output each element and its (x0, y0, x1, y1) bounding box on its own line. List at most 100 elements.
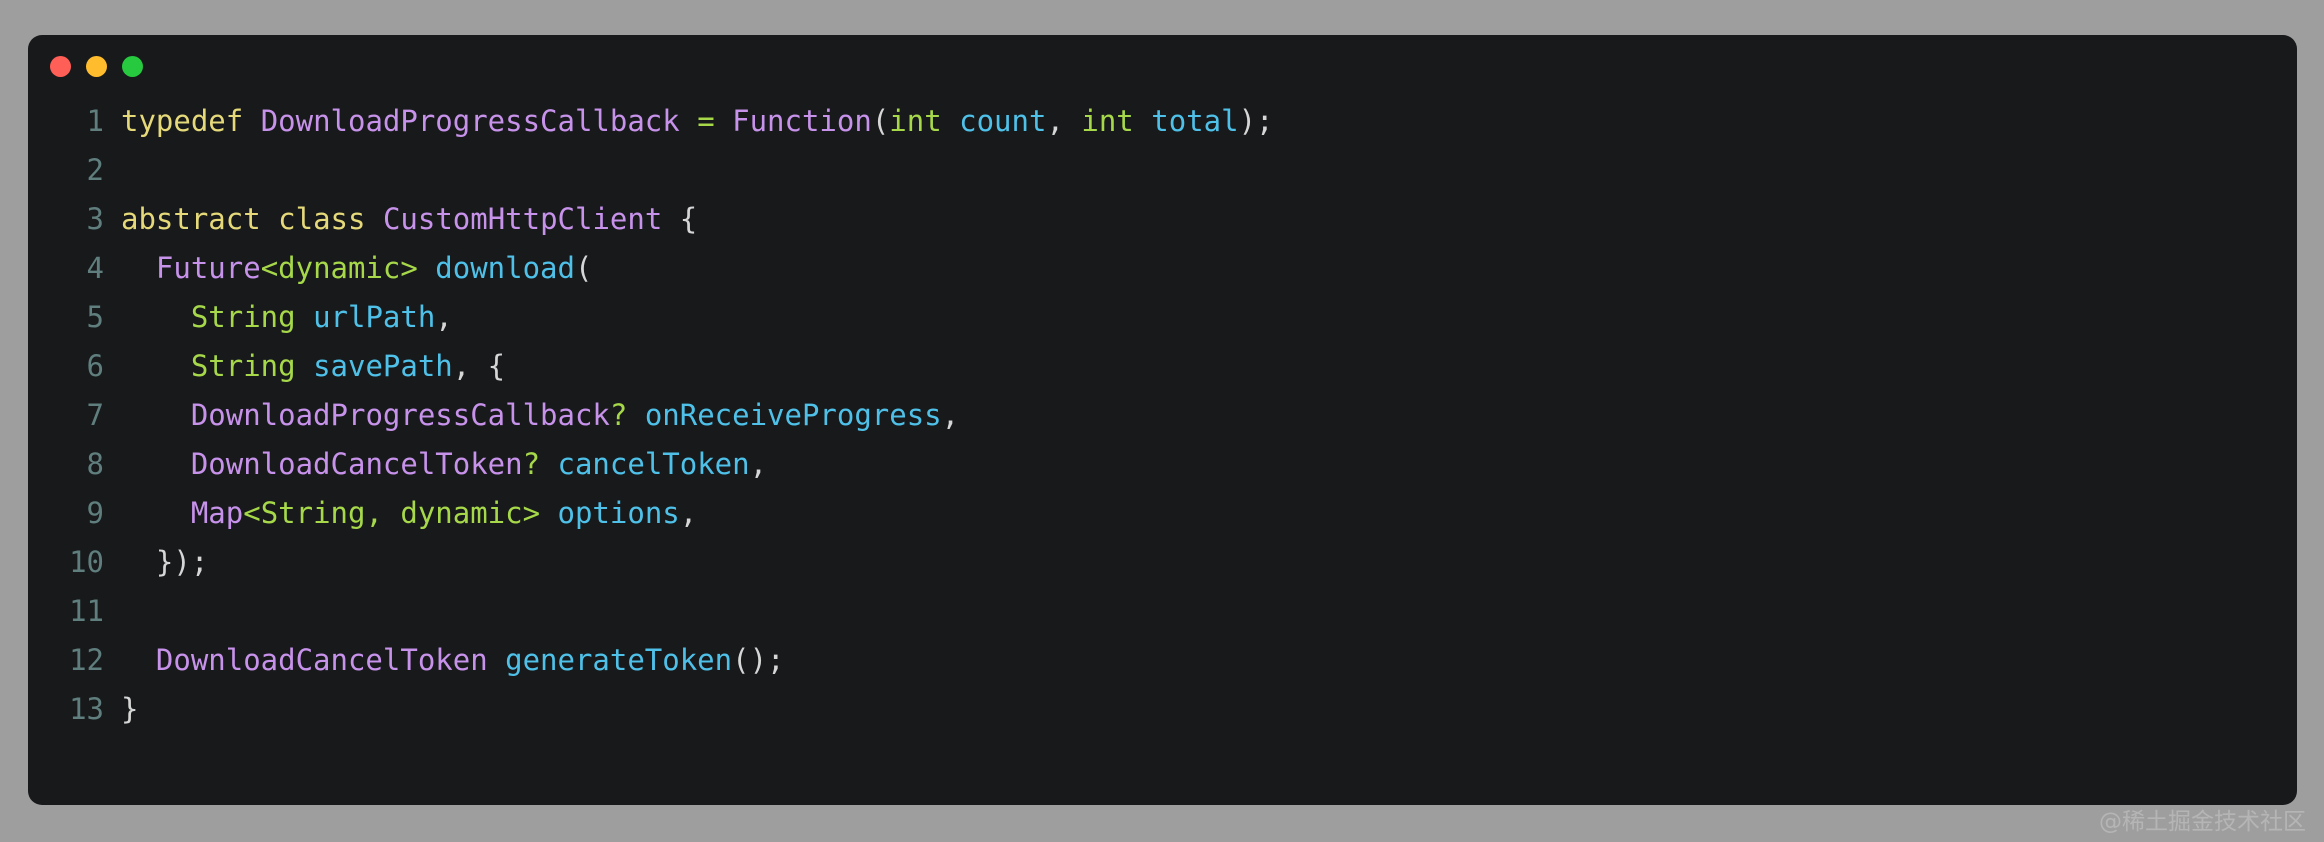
watermark: @稀土掘金技术社区 (2099, 809, 2306, 835)
line-number: 5 (86, 300, 104, 334)
code-token: , (1046, 104, 1064, 138)
code-token: <String, dynamic> (243, 496, 541, 530)
code-token: class (278, 202, 366, 236)
line-number: 6 (86, 349, 104, 383)
window-titlebar (28, 35, 2297, 97)
code-token: onReceiveProgress (644, 398, 942, 432)
code-token: ); (1238, 104, 1274, 138)
code-token: , (435, 300, 453, 334)
code-line-content[interactable]: DownloadProgressCallback? onReceiveProgr… (104, 391, 959, 440)
code-line: 9 Map<String, dynamic> options, (28, 489, 2297, 538)
code-token: }); (155, 545, 209, 579)
code-line-content[interactable]: String urlPath, (104, 293, 453, 342)
code-line: 13} (28, 685, 2297, 734)
code-token: DownloadCancelToken (155, 643, 488, 677)
code-token: urlPath (313, 300, 436, 334)
code-line-content[interactable]: Future<dynamic> download( (104, 244, 593, 293)
code-editor[interactable]: 1 typedef DownloadProgressCallback = Func… (28, 97, 2297, 734)
code-token: (); (732, 643, 785, 677)
code-token: count (959, 104, 1047, 138)
line-number: 12 (69, 643, 104, 677)
code-token: Future (155, 251, 261, 285)
code-line: 8 DownloadCancelToken? cancelToken, (28, 440, 2297, 489)
code-token: DownloadProgressCallback (260, 104, 680, 138)
code-token: download (435, 251, 575, 285)
code-line: 6 String savePath, { (28, 342, 2297, 391)
code-line: 11 (28, 587, 2297, 636)
code-token: CustomHttpClient (382, 202, 663, 236)
code-token: abstract (121, 202, 261, 236)
code-token: , (749, 447, 768, 481)
line-number: 8 (86, 447, 104, 481)
code-token: = (697, 104, 715, 138)
line-number: 13 (69, 692, 104, 726)
code-token: ( (871, 104, 890, 138)
line-number: 3 (86, 202, 104, 236)
code-line: 7 DownloadProgressCallback? onReceivePro… (28, 391, 2297, 440)
code-token: } (121, 692, 139, 726)
code-line: 12 DownloadCancelToken generateToken(); (28, 636, 2297, 685)
code-token: savePath (313, 349, 453, 383)
line-number: 7 (86, 398, 104, 432)
code-token: ? (522, 447, 541, 481)
code-line-content[interactable]: String savePath, { (104, 342, 505, 391)
line-number: 2 (86, 153, 104, 187)
code-token: , { (452, 349, 506, 383)
code-line-content[interactable]: DownloadCancelToken? cancelToken, (104, 440, 767, 489)
code-token: ( (574, 251, 593, 285)
code-token: cancelToken (557, 447, 750, 481)
code-line-content[interactable]: DownloadCancelToken generateToken(); (104, 636, 785, 685)
code-token: generateToken (505, 643, 733, 677)
code-line: 3 abstract class CustomHttpClient { (28, 195, 2297, 244)
line-number: 9 (86, 496, 104, 530)
code-window: 1 typedef DownloadProgressCallback = Func… (28, 35, 2297, 805)
code-line-content[interactable]: typedef DownloadProgressCallback = Funct… (104, 97, 1273, 146)
code-token: { (679, 202, 698, 236)
code-line-content[interactable]: abstract class CustomHttpClient { (104, 195, 697, 244)
maximize-button-dot[interactable] (122, 55, 143, 77)
code-token: total (1151, 104, 1239, 138)
code-token: <dynamic> (260, 251, 418, 285)
close-button-dot[interactable] (50, 55, 71, 77)
code-line: 5 String urlPath, (28, 293, 2297, 342)
code-token: Function (732, 104, 872, 138)
line-number: 1 (86, 104, 104, 138)
code-token: ? (609, 398, 628, 432)
code-token: typedef (121, 104, 244, 138)
code-line-content[interactable]: } (104, 685, 138, 734)
code-token: Map (190, 496, 244, 530)
code-line: 10 }); (28, 538, 2297, 587)
code-token: DownloadProgressCallback (190, 398, 610, 432)
code-token: String (190, 300, 296, 334)
code-token: int (889, 104, 942, 138)
minimize-button-dot[interactable] (86, 55, 107, 77)
line-number: 10 (69, 545, 104, 579)
code-token: DownloadCancelToken (190, 447, 523, 481)
code-line-content[interactable]: Map<String, dynamic> options, (104, 489, 697, 538)
code-line: 4 Future<dynamic> download( (28, 244, 2297, 293)
code-line: 1 typedef DownloadProgressCallback = Func… (28, 97, 2297, 146)
line-number: 4 (86, 251, 104, 285)
code-line-content[interactable]: }); (104, 538, 208, 587)
